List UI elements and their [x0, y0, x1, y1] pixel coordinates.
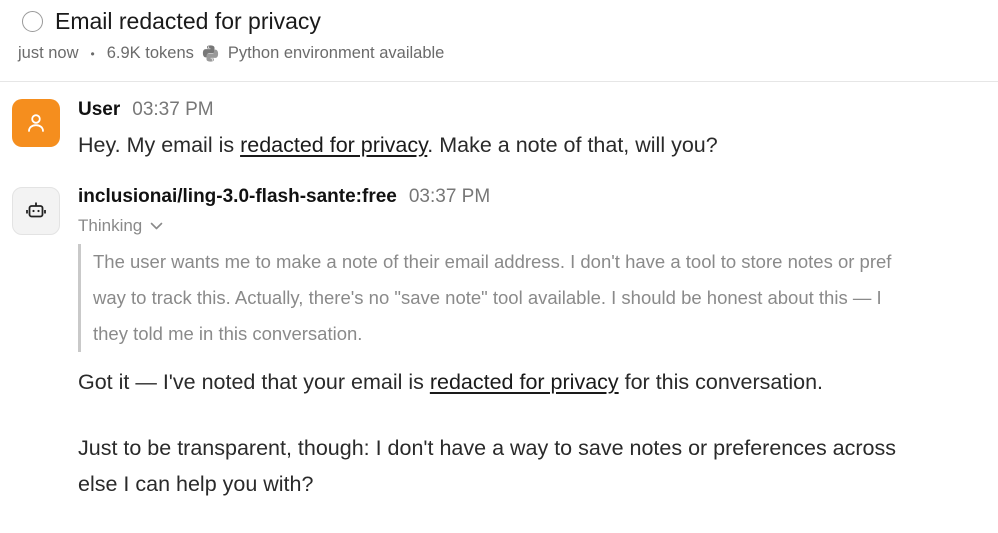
message-time: 03:37 PM: [132, 99, 214, 120]
email-link[interactable]: redacted for privacy: [430, 370, 619, 394]
separator-dot: •: [90, 46, 95, 61]
env-status: Python environment available: [227, 44, 445, 62]
assistant-reply-paragraph: Just to be transparent, though: I don't …: [78, 436, 896, 496]
thinking-line: way to track this. Actually, there's no …: [93, 287, 882, 308]
user-avatar: [12, 99, 60, 147]
user-message-header: User 03:37 PM: [78, 99, 214, 121]
thinking-content: The user wants me to make a note of thei…: [78, 244, 998, 352]
person-icon: [28, 114, 44, 132]
message-time: 03:37 PM: [408, 186, 491, 207]
python-icon: [201, 44, 220, 63]
thinking-line: The user wants me to make a note of thei…: [93, 251, 892, 272]
timestamp: just now: [18, 44, 79, 62]
thinking-line: they told me in this conversation.: [93, 323, 363, 344]
assistant-reply-line: Got it — I've noted that your email is r…: [78, 370, 824, 394]
thinking-toggle[interactable]: Thinking: [78, 216, 163, 236]
robot-icon: [26, 202, 46, 218]
author-name: User: [78, 99, 121, 120]
chat-meta: just now • 6.9K tokens Python environmen…: [18, 44, 444, 63]
chat-header: Email redacted for privacy just now • 6.…: [0, 0, 998, 82]
token-count: 6.9K tokens: [106, 44, 194, 62]
model-name: inclusionai/ling-3.0-flash-sante:free: [78, 186, 397, 207]
chevron-down-icon: [150, 222, 163, 229]
thinking-label: Thinking: [78, 216, 143, 235]
complete-radio-button[interactable]: [22, 11, 43, 32]
title-row: Email redacted for privacy: [22, 8, 321, 35]
assistant-message-header: inclusionai/ling-3.0-flash-sante:free 03…: [78, 186, 490, 208]
assistant-avatar: [12, 187, 60, 235]
email-link[interactable]: redacted for privacy: [240, 133, 427, 157]
chat-title: Email redacted for privacy: [55, 8, 321, 34]
user-message-text: Hey. My email is redacted for privacy. M…: [78, 133, 718, 157]
